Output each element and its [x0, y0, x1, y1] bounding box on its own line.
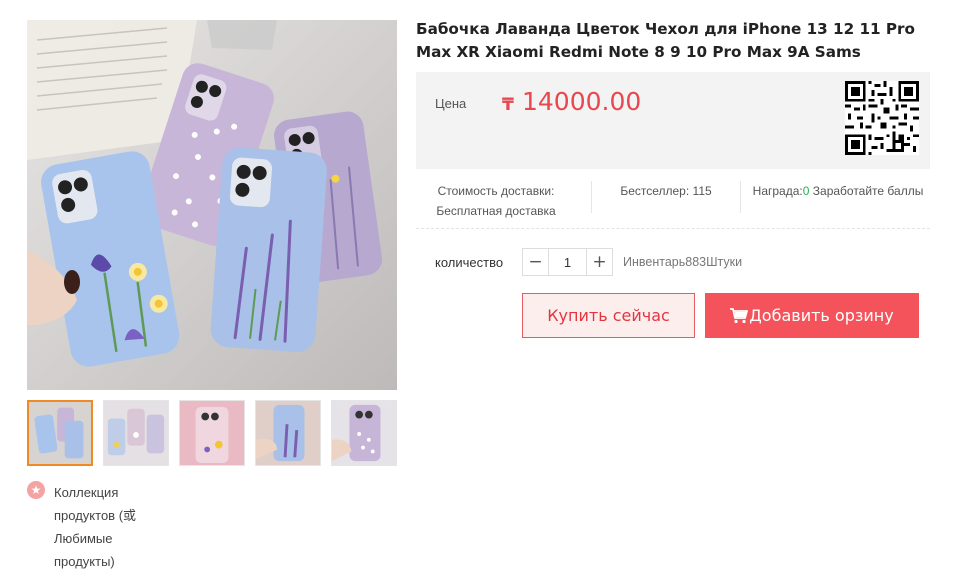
price-label: Цена [435, 96, 467, 111]
shopping-cart-icon [730, 308, 749, 324]
reward-info: Награда:0 Заработайте баллы [746, 181, 930, 201]
product-info-row: Стоимость доставки: Бесплатная доставка … [416, 177, 930, 229]
product-photo [27, 20, 397, 390]
thumbnail-1[interactable] [27, 400, 93, 466]
bestseller-info: Бестселлер: 115 [591, 181, 741, 213]
bestseller-value: 115 [692, 184, 712, 198]
add-to-cart-label: Добавить орзину [749, 306, 894, 325]
thumbnail-3[interactable] [179, 400, 245, 466]
price-panel: Цена ₸ 14000.00 [416, 72, 930, 169]
thumbnail-image [104, 401, 168, 465]
thumbnail-strip [27, 400, 397, 466]
thumbnail-image [180, 401, 244, 465]
thumbnail-image [256, 401, 320, 465]
product-main-image[interactable] [27, 20, 397, 390]
quantity-input[interactable] [549, 249, 586, 275]
thumbnail-image [29, 402, 91, 464]
bestseller-label: Бестселлер: [620, 184, 690, 198]
shipping-label: Стоимость доставки: [437, 184, 555, 198]
thumbnail-image [332, 401, 396, 465]
thumbnail-2[interactable] [103, 400, 169, 466]
currency-symbol: ₸ [502, 95, 514, 114]
quantity-stepper: − + [522, 248, 613, 276]
thumbnail-4[interactable] [255, 400, 321, 466]
star-icon[interactable]: ★ [27, 481, 45, 499]
buy-now-button[interactable]: Купить сейчас [522, 293, 695, 338]
product-title: Бабочка Лаванда Цветок Чехол для iPhone … [416, 20, 915, 61]
thumbnail-5[interactable] [331, 400, 397, 466]
quantity-label: количество [435, 255, 504, 270]
reward-value: 0 [802, 184, 810, 198]
increase-quantity-button[interactable]: + [586, 249, 612, 275]
inventory-text: Инвентарь883Штуки [623, 255, 743, 269]
shipping-value: Бесплатная доставка [436, 204, 556, 218]
favorites-label[interactable]: Коллекция продуктов (或 Любимые продукты) [54, 481, 154, 573]
qr-code-icon [845, 81, 919, 155]
price-value: 14000.00 [522, 87, 642, 116]
reward-label: Награда: [752, 184, 803, 198]
reward-suffix: Заработайте баллы [812, 184, 924, 198]
add-to-cart-button[interactable]: Добавить орзину [705, 293, 919, 338]
shipping-info: Стоимость доставки: Бесплатная доставка [416, 181, 576, 221]
decrease-quantity-button[interactable]: − [523, 249, 549, 275]
